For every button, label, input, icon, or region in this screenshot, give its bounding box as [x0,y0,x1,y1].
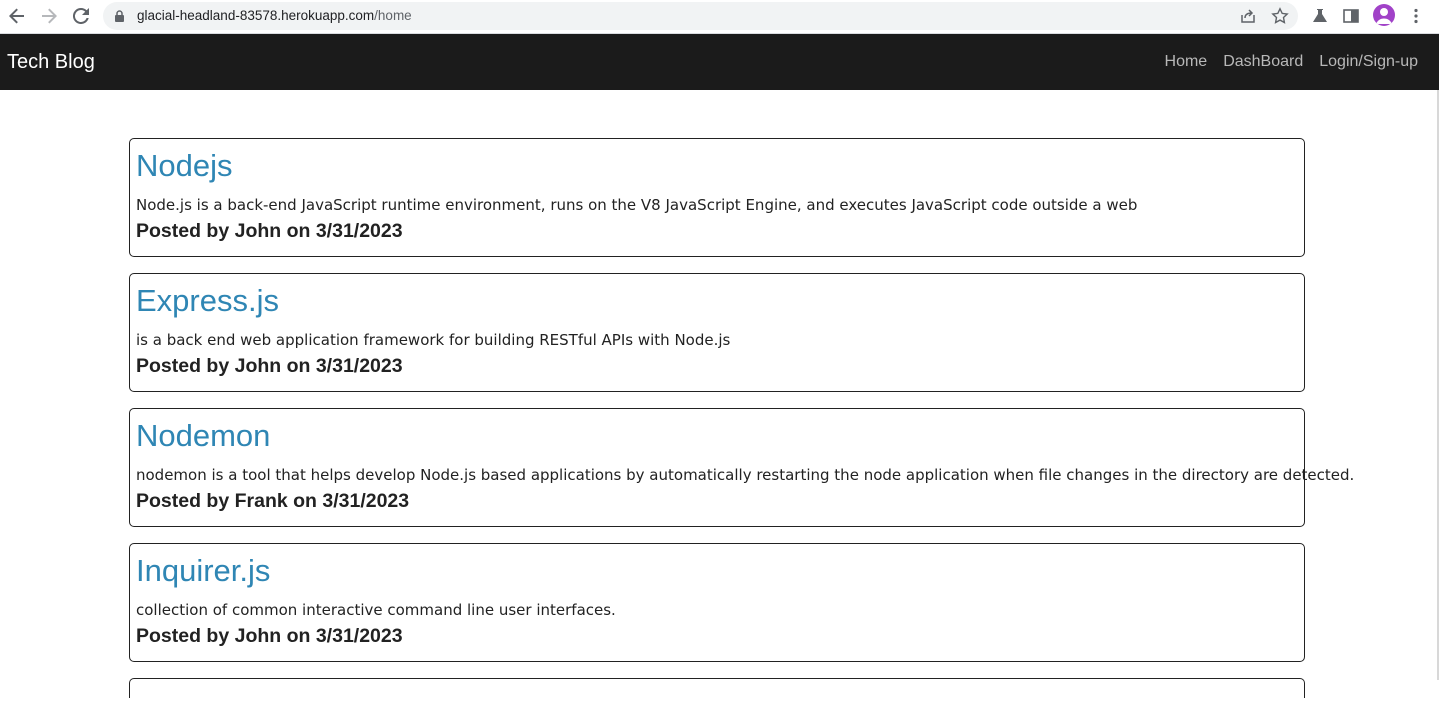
arrow-right-icon [42,8,57,24]
side-panel-button[interactable] [1340,5,1362,27]
star-icon[interactable] [1271,7,1289,25]
url-path: /home [374,8,412,23]
url-text: glacial-headland-83578.herokuapp.com/hom… [137,8,412,23]
brand-link[interactable]: Tech Blog [7,51,95,74]
side-panel-icon [1343,9,1359,23]
share-icon[interactable] [1239,7,1257,25]
flask-icon [1313,9,1327,22]
post-title-link[interactable]: Nodemon [136,417,270,455]
url-host: glacial-headland-83578.herokuapp.com [137,8,375,23]
post-card: Nodemon nodemon is a tool that helps dev… [129,408,1355,527]
reload-button[interactable] [68,4,94,28]
post-meta: Posted by John on 3/31/2023 [136,220,403,242]
post-card-partial [129,678,1305,698]
browser-menu-button[interactable] [1405,5,1427,27]
kebab-menu-icon [1414,8,1418,24]
post-meta: Posted by John on 3/31/2023 [136,355,403,377]
post-body: nodemon is a tool that helps develop Nod… [136,466,1355,484]
browser-toolbar: glacial-headland-83578.herokuapp.com/hom… [0,0,1439,34]
forward-button[interactable] [36,4,62,28]
arrow-left-icon [9,8,24,24]
post-title-link[interactable]: Inquirer.js [136,552,270,590]
reload-icon [73,8,89,24]
post-body: collection of common interactive command… [136,601,616,619]
post-meta: Posted by John on 3/31/2023 [136,625,403,647]
post-list: Nodejs Node.js is a back-end JavaScript … [129,138,1355,714]
lock-icon [115,10,124,22]
post-card: Inquirer.js collection of common interac… [129,543,1305,662]
profile-avatar[interactable] [1373,4,1395,26]
post-title-link[interactable]: Nodejs [136,147,233,185]
nav-home-link[interactable]: Home [1165,53,1208,71]
back-button[interactable] [4,4,30,28]
nav-links: Home DashBoard Login/Sign-up [1165,53,1418,71]
post-card: Nodejs Node.js is a back-end JavaScript … [129,138,1305,257]
site-navbar: Tech Blog Home DashBoard Login/Sign-up [0,34,1439,90]
post-meta: Posted by Frank on 3/31/2023 [136,490,410,512]
post-body: Node.js is a back-end JavaScript runtime… [136,196,1138,214]
labs-button[interactable] [1309,5,1331,27]
post-title-link[interactable]: Express.js [136,282,279,320]
nav-dashboard-link[interactable]: DashBoard [1223,53,1303,71]
address-bar[interactable]: glacial-headland-83578.herokuapp.com/hom… [103,2,1298,30]
post-card: Express.js is a back end web application… [129,273,1305,392]
post-body: is a back end web application framework … [136,331,731,349]
person-icon [1376,8,1392,24]
nav-login-link[interactable]: Login/Sign-up [1319,53,1418,71]
